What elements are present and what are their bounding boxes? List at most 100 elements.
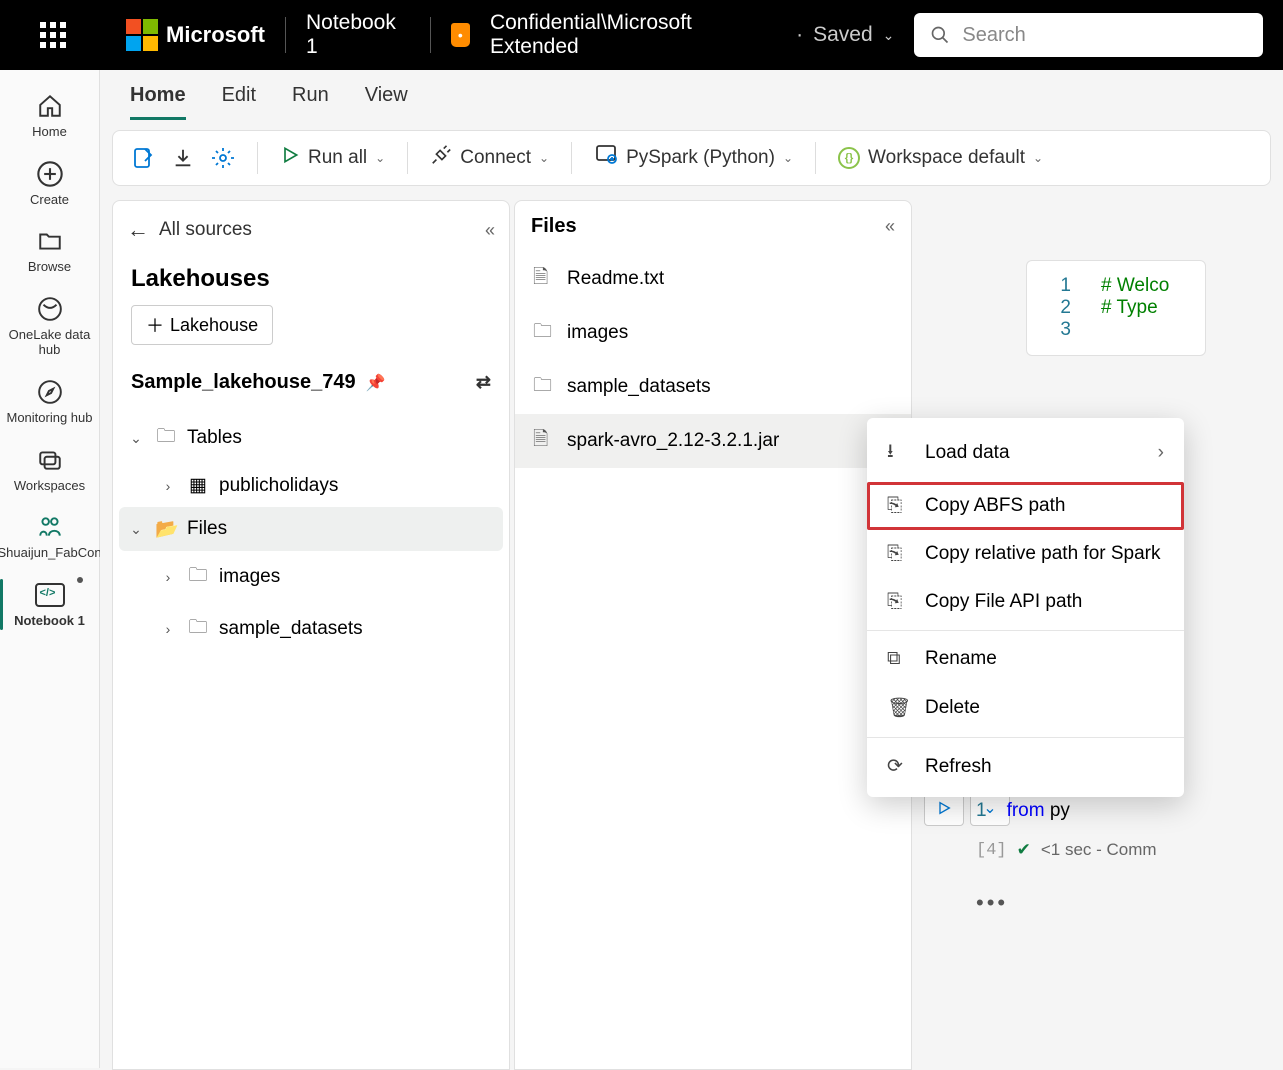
file-name: Readme.txt <box>567 268 664 290</box>
rail-notebook[interactable]: Notebook 1 <box>0 571 99 639</box>
home-icon <box>37 92 63 120</box>
notebook-title[interactable]: Notebook 1 <box>306 11 410 59</box>
pin-icon[interactable]: 📌 <box>366 373 386 393</box>
sensitivity-shield-icon <box>451 23 470 47</box>
code-cell[interactable]: 1from py <box>976 800 1070 822</box>
run-all-button[interactable]: Run all ⌄ <box>280 145 385 171</box>
tab-view[interactable]: View <box>365 84 408 120</box>
lakehouses-heading: Lakehouses <box>113 259 509 305</box>
file-item-selected[interactable]: 🗎 spark-avro_2.12-3.2.1.jar ••• <box>515 414 911 468</box>
folder-icon: 🗀 <box>533 371 553 403</box>
connect-button[interactable]: Connect ⌄ <box>430 144 549 172</box>
add-lakehouse-button[interactable]: ＋ Lakehouse <box>131 305 273 345</box>
code-cell[interactable]: 1# Welco 2# Type 3 <box>1026 260 1206 356</box>
tree-label: images <box>219 566 280 588</box>
collapse-icon[interactable]: « <box>885 216 895 237</box>
workspaces-icon <box>36 446 64 474</box>
toolbar: Run all ⌄ Connect ⌄ PySpark (Python) ⌄ {… <box>112 130 1271 186</box>
file-item[interactable]: 🗎 Readme.txt <box>515 252 911 306</box>
file-item[interactable]: 🗀 sample_datasets <box>515 360 911 414</box>
cell-more-icon[interactable]: ••• <box>976 890 1008 916</box>
ctx-copy-relative[interactable]: ⎘ Copy relative path for Spark <box>867 530 1184 578</box>
execution-status: [4] ✔ <1 sec - Comm <box>976 840 1157 860</box>
divider <box>430 17 431 53</box>
ctx-label: Rename <box>925 648 997 670</box>
ctx-separator <box>867 737 1184 738</box>
file-name: images <box>567 322 628 344</box>
search-box[interactable] <box>914 13 1263 57</box>
rail-monitoring[interactable]: Monitoring hub <box>0 368 99 436</box>
file-item[interactable]: 🗀 images <box>515 306 911 360</box>
lakehouse-row[interactable]: Sample_lakehouse_749 📌 ⇄ <box>113 345 509 404</box>
rail-create[interactable]: Create <box>0 150 99 218</box>
toolbar-separator <box>407 142 408 174</box>
lakehouse-tree: ⌄ 🗀 Tables › ▦ publicholidays ⌄ 📂 Files … <box>113 404 509 663</box>
code-line: # Welco <box>1101 275 1169 296</box>
chevron-right-icon: › <box>159 621 177 637</box>
files-panel: Files « 🗎 Readme.txt 🗀 images 🗀 sample_d… <box>514 200 912 1070</box>
compass-icon <box>37 378 63 406</box>
search-icon <box>930 25 950 45</box>
collapse-icon[interactable]: « <box>485 220 495 241</box>
folder-open-icon: 📂 <box>155 517 177 541</box>
sensitivity-label[interactable]: Confidential\Microsoft Extended <box>490 11 776 59</box>
chevron-right-icon: › <box>1158 442 1164 464</box>
rail-workspace-current[interactable]: Shuaijun_FabCon <box>0 503 99 571</box>
tab-edit[interactable]: Edit <box>222 84 256 120</box>
toolbar-separator <box>815 142 816 174</box>
file-icon: 🗎 <box>533 425 553 457</box>
code-text: py <box>1045 800 1070 821</box>
language-selector[interactable]: PySpark (Python) ⌄ <box>594 143 793 173</box>
folder-icon: 🗀 <box>187 561 209 593</box>
language-icon <box>594 143 618 173</box>
edit-mode-icon[interactable] <box>131 146 155 170</box>
tree-label: publicholidays <box>219 475 338 497</box>
swap-icon[interactable]: ⇄ <box>476 372 491 393</box>
folder-icon: 🗀 <box>533 317 553 349</box>
tab-run[interactable]: Run <box>292 84 329 120</box>
environment-selector[interactable]: {} Workspace default ⌄ <box>838 147 1043 169</box>
brand-text: Microsoft <box>166 22 265 48</box>
rail-onelake[interactable]: OneLake data hub <box>0 285 99 368</box>
topbar: Microsoft Notebook 1 Confidential\Micros… <box>0 0 1283 70</box>
rail-label: Home <box>32 124 67 140</box>
ctx-label: Delete <box>925 697 980 719</box>
ctx-load-data[interactable]: ⭳ Load data › <box>867 424 1184 482</box>
ctx-copy-fileapi[interactable]: ⎘ Copy File API path <box>867 578 1184 626</box>
language-label: PySpark (Python) <box>626 147 775 169</box>
copy-icon: ⎘ <box>887 495 909 517</box>
table-icon: ▦ <box>187 474 209 497</box>
onelake-icon <box>37 295 63 323</box>
app-launcher-icon[interactable] <box>40 22 66 48</box>
tab-home[interactable]: Home <box>130 84 186 120</box>
trash-icon: 🗑 <box>887 696 909 720</box>
code-keyword: from <box>1007 800 1045 821</box>
folder-icon: 🗀 <box>187 613 209 645</box>
search-input[interactable] <box>962 24 1247 47</box>
back-arrow-icon[interactable]: ← <box>127 217 149 243</box>
rail-label: Notebook 1 <box>14 613 85 629</box>
tree-folder-item[interactable]: › 🗀 images <box>113 551 509 603</box>
tree-files[interactable]: ⌄ 📂 Files <box>119 507 503 551</box>
rail-browse[interactable]: Browse <box>0 217 99 285</box>
save-status[interactable]: · Saved ⌄ <box>796 23 894 47</box>
refresh-icon: ⟳ <box>887 755 909 778</box>
chevron-right-icon: › <box>159 569 177 585</box>
tree-tables[interactable]: ⌄ 🗀 Tables <box>113 412 509 464</box>
rail-workspaces[interactable]: Workspaces <box>0 436 99 504</box>
download-icon[interactable] <box>171 146 195 170</box>
ctx-label: Load data <box>925 442 1010 464</box>
plus-circle-icon <box>36 160 64 188</box>
ctx-rename[interactable]: ⧉ Rename <box>867 635 1184 683</box>
check-icon: ✔ <box>1017 840 1031 860</box>
ribbon-tabs: Home Edit Run View <box>100 70 1283 120</box>
ctx-copy-abfs[interactable]: ⎘ Copy ABFS path <box>867 482 1184 530</box>
ctx-delete[interactable]: 🗑 Delete <box>867 683 1184 733</box>
rail-home[interactable]: Home <box>0 82 99 150</box>
gear-icon[interactable] <box>211 146 235 170</box>
file-name: sample_datasets <box>567 376 711 398</box>
tree-folder-item[interactable]: › 🗀 sample_datasets <box>113 603 509 655</box>
tree-table-item[interactable]: › ▦ publicholidays <box>113 464 509 507</box>
ctx-refresh[interactable]: ⟳ Refresh <box>867 742 1184 791</box>
all-sources-link[interactable]: All sources <box>159 219 252 241</box>
